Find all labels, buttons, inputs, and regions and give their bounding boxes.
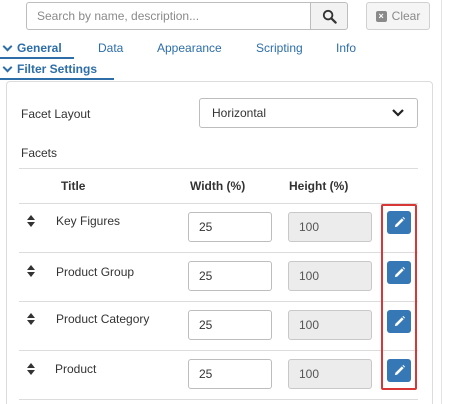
facet-width-input[interactable] [188, 310, 272, 340]
facet-height-input [288, 212, 372, 242]
facet-height-input [288, 359, 372, 389]
drag-handle-icon[interactable] [27, 215, 35, 227]
panel-divider [441, 0, 442, 404]
edit-buttons-highlight [381, 204, 417, 390]
facet-title: Product [55, 362, 97, 376]
facet-height-input [288, 261, 372, 291]
column-height: Height (%) [289, 179, 349, 193]
row-divider [19, 252, 418, 253]
facet-width-input[interactable] [188, 261, 272, 291]
row-divider [19, 301, 418, 302]
tab-general-underline [0, 57, 74, 59]
facet-height-input [288, 310, 372, 340]
facets-divider [19, 168, 418, 169]
filter-settings-underline [0, 78, 114, 80]
facet-layout-value: Horizontal [212, 106, 267, 120]
facet-layout-label: Facet Layout [21, 107, 91, 121]
tab-data-label: Data [98, 41, 124, 55]
clear-button[interactable]: × Clear [366, 2, 430, 30]
filter-settings-header[interactable]: Filter Settings [2, 60, 98, 78]
chevron-down-icon [2, 41, 13, 51]
row-divider [19, 350, 418, 351]
facet-width-input[interactable] [188, 359, 272, 389]
filter-settings-title: Filter Settings [17, 62, 98, 76]
search-button[interactable] [310, 2, 348, 30]
tab-data[interactable]: Data [98, 39, 123, 57]
drag-handle-icon[interactable] [27, 363, 35, 375]
tab-appearance-label: Appearance [157, 41, 222, 55]
facet-title: Product Category [56, 312, 150, 326]
facet-title: Key Figures [56, 214, 121, 228]
tab-info[interactable]: Info [336, 39, 356, 57]
facet-title: Product Group [56, 265, 135, 279]
tab-general[interactable]: General [2, 39, 62, 57]
tab-info-label: Info [336, 41, 357, 55]
tab-appearance[interactable]: Appearance [157, 39, 222, 57]
clear-button-label: Clear [391, 9, 421, 23]
table-header-divider [19, 203, 418, 204]
chevron-down-icon [2, 62, 13, 72]
column-title: Title [61, 179, 86, 193]
search-icon [322, 9, 337, 24]
facet-width-input[interactable] [188, 212, 272, 242]
close-icon: × [375, 10, 387, 22]
row-divider [19, 399, 418, 400]
chevron-down-icon [392, 109, 404, 117]
column-width: Width (%) [190, 179, 246, 193]
drag-handle-icon[interactable] [27, 265, 35, 277]
facets-label: Facets [21, 146, 58, 160]
search-input[interactable] [26, 2, 310, 30]
tab-scripting[interactable]: Scripting [256, 39, 303, 57]
facet-layout-select[interactable]: Horizontal [199, 98, 418, 128]
filter-settings-panel [6, 81, 433, 404]
drag-handle-icon[interactable] [27, 313, 35, 325]
tab-general-label: General [17, 41, 62, 55]
tab-scripting-label: Scripting [256, 41, 303, 55]
